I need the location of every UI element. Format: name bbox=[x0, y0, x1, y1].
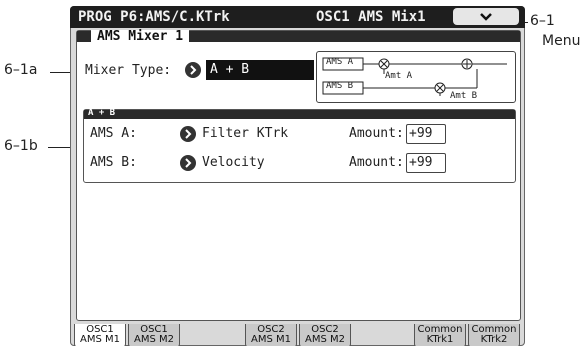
tab-osc2-ams-m2[interactable]: OSC2 AMS M2 bbox=[299, 324, 351, 346]
tab-line2: AMS M1 bbox=[251, 334, 291, 345]
main-panel: AMS Mixer 1 Mixer Type: A + B AMS A AMS … bbox=[76, 30, 521, 321]
ams-a-popup-button[interactable] bbox=[180, 126, 196, 142]
diagram-amount-a: Amt A bbox=[385, 71, 413, 81]
page-tabs: OSC1 AMS M1 OSC1 AMS M2 OSC2 AMS M1 OSC2… bbox=[70, 324, 525, 346]
chevron-right-icon bbox=[185, 129, 192, 139]
page-subtitle: OSC1 AMS Mix1 bbox=[316, 9, 426, 25]
tab-common-ktrk2[interactable]: Common KTrk2 bbox=[468, 324, 520, 346]
mixer-type-popup-button[interactable] bbox=[185, 62, 201, 78]
ams-a-amount-label: Amount: bbox=[349, 126, 404, 141]
tab-line2: AMS M2 bbox=[134, 334, 174, 345]
ams-b-label: AMS B: bbox=[90, 155, 137, 170]
lcd-screen: PROG P6:AMS/C.KTrk OSC1 AMS Mix1 AMS Mix… bbox=[70, 6, 525, 346]
page-header: PROG P6:AMS/C.KTrk OSC1 AMS Mix1 bbox=[70, 6, 525, 28]
diagram-input-b: AMS B bbox=[326, 81, 354, 91]
ams-a-source[interactable]: Filter KTrk bbox=[202, 126, 288, 141]
ams-b-amount-field[interactable]: +99 bbox=[406, 153, 446, 173]
mixer-diagram: AMS A AMS B Amt A Amt B bbox=[316, 51, 516, 103]
chevron-down-icon bbox=[480, 13, 492, 21]
chevron-right-icon bbox=[190, 65, 197, 75]
page-menu-button[interactable] bbox=[453, 8, 519, 25]
ams-b-source[interactable]: Velocity bbox=[202, 155, 265, 170]
ams-a-amount-field[interactable]: +99 bbox=[406, 124, 446, 144]
callout-sub-section: 6–1b bbox=[4, 138, 38, 154]
tab-osc1-ams-m1[interactable]: OSC1 AMS M1 bbox=[74, 324, 126, 346]
callout-mixer-type: 6–1a bbox=[4, 62, 38, 78]
mixer-type-value[interactable]: A + B bbox=[206, 60, 314, 80]
ams-b-amount-label: Amount: bbox=[349, 155, 404, 170]
ab-title: A + B bbox=[88, 108, 116, 118]
tab-line2: AMS M2 bbox=[305, 334, 345, 345]
callout-menu-word: Menu bbox=[542, 33, 581, 49]
chevron-right-icon bbox=[185, 158, 192, 168]
ams-a-label: AMS A: bbox=[90, 126, 137, 141]
diagram-amount-b: Amt B bbox=[450, 91, 478, 101]
ab-parameter-box: A + B AMS A: Filter KTrk Amount: +99 AMS… bbox=[83, 108, 516, 183]
page-title: PROG P6:AMS/C.KTrk bbox=[78, 9, 230, 25]
tab-common-ktrk1[interactable]: Common KTrk1 bbox=[414, 324, 466, 346]
mixer-type-label: Mixer Type: bbox=[85, 63, 172, 78]
tab-line2: KTrk2 bbox=[480, 334, 508, 345]
ams-b-popup-button[interactable] bbox=[180, 155, 196, 171]
callout-menu-number: 6–1 bbox=[530, 13, 555, 29]
tab-osc1-ams-m2[interactable]: OSC1 AMS M2 bbox=[128, 324, 180, 346]
tab-osc2-ams-m1[interactable]: OSC2 AMS M1 bbox=[245, 324, 297, 346]
tab-line2: KTrk1 bbox=[426, 334, 454, 345]
section-title: AMS Mixer 1 bbox=[91, 30, 190, 43]
tab-line2: AMS M1 bbox=[80, 334, 120, 345]
diagram-input-a: AMS A bbox=[326, 57, 354, 67]
ab-title-bar bbox=[84, 110, 515, 119]
